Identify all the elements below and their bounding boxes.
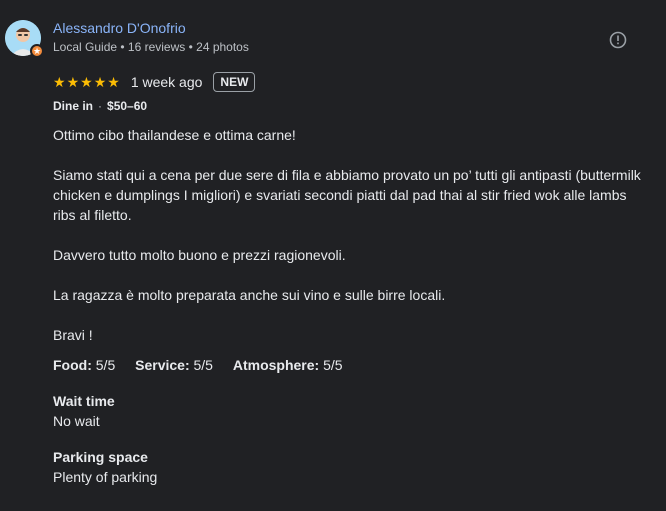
star-icon: ★ — [66, 74, 80, 90]
wait-time-attribute: Wait time No wait — [53, 391, 115, 431]
review-time: 1 week ago — [130, 74, 203, 90]
service-rating-value: 5/5 — [193, 357, 213, 373]
atmosphere-rating-value: 5/5 — [323, 357, 343, 373]
visit-info: Dine in · $50–60 — [53, 99, 147, 113]
star-icon: ★ — [107, 74, 120, 90]
review-paragraph: Ottimo cibo thailandese e ottima carne! — [53, 127, 296, 143]
report-icon — [609, 31, 627, 49]
rating-row: ★ ★ ★ ★ ★ 1 week ago NEW — [53, 71, 256, 93]
parking-value: Plenty of parking — [53, 469, 158, 485]
atmosphere-rating-label: Atmosphere: — [232, 357, 320, 373]
new-badge: NEW — [213, 72, 256, 92]
visit-type: Dine in — [53, 99, 94, 113]
food-rating-value: 5/5 — [95, 357, 116, 373]
report-review-button[interactable] — [609, 31, 627, 49]
review-card: ★ Alessandro D'Onofrio Local Guide • 16 … — [0, 0, 666, 511]
wait-time-label: Wait time — [53, 393, 115, 409]
wait-time-value: No wait — [53, 413, 100, 429]
author-name-link[interactable]: Alessandro D'Onofrio — [53, 20, 186, 36]
food-rating: Food: 5/5 — [53, 357, 115, 373]
food-rating-label: Food: — [53, 357, 92, 373]
service-rating-label: Service: — [135, 357, 190, 373]
sub-ratings: Food: 5/5 Service: 5/5 Atmosphere: 5/5 — [53, 355, 359, 375]
star-icon: ★ — [80, 74, 93, 90]
author-avatar[interactable]: ★ — [5, 20, 44, 58]
service-rating: Service: 5/5 — [135, 357, 213, 373]
atmosphere-rating: Atmosphere: 5/5 — [233, 357, 343, 373]
author-meta: Local Guide • 16 reviews • 24 photos — [53, 40, 249, 54]
review-paragraph: Davvero tutto molto buono e prezzi ragio… — [53, 247, 346, 263]
review-paragraph: Bravi ! — [53, 327, 93, 343]
star-icon: ★ — [53, 74, 66, 90]
review-text: Ottimo cibo thailandese e ottima carne! … — [53, 125, 643, 345]
star-rating: ★ ★ ★ ★ ★ — [53, 75, 120, 89]
price-range: $50–60 — [107, 99, 148, 113]
star-icon: ★ — [93, 74, 107, 90]
review-paragraph: Siamo stati qui a cena per due sere di f… — [53, 167, 641, 223]
review-paragraph: La ragazza è molto preparata anche sui v… — [53, 287, 446, 303]
parking-attribute: Parking space Plenty of parking — [53, 447, 157, 487]
parking-label: Parking space — [53, 449, 148, 465]
separator-dot: · — [98, 99, 103, 113]
local-guide-star-icon: ★ — [30, 44, 44, 58]
